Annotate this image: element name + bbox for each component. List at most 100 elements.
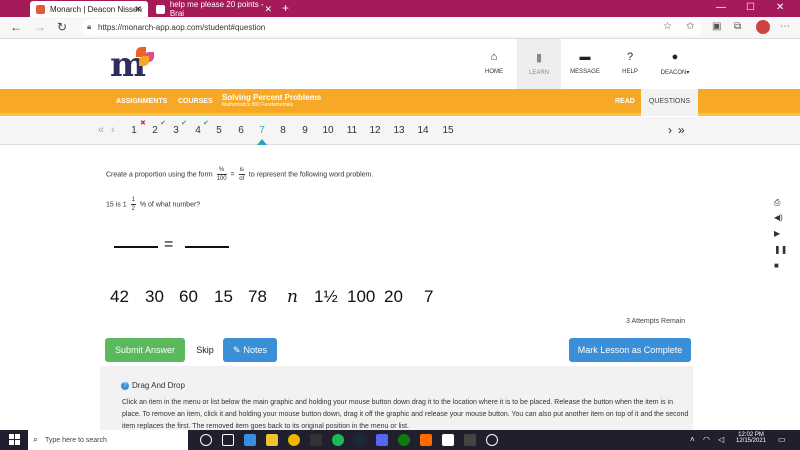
- app-icon[interactable]: [486, 434, 498, 446]
- lesson-heading: Solving Percent Problems Mathematics 800…: [222, 93, 321, 108]
- task-view-icon[interactable]: [222, 434, 234, 446]
- courses-link[interactable]: COURSES: [178, 98, 213, 105]
- close-window-button[interactable]: ✕: [776, 2, 784, 13]
- question-number[interactable]: 1: [128, 125, 140, 136]
- message-icon: ▬: [579, 51, 591, 63]
- play-icon[interactable]: ▶: [774, 229, 780, 238]
- pause-icon[interactable]: ❚❚: [774, 245, 787, 254]
- question-number[interactable]: 13: [393, 125, 405, 136]
- epic-games-icon[interactable]: [442, 434, 454, 446]
- lock-icon: 🔒︎: [87, 22, 92, 31]
- new-tab-button[interactable]: +: [282, 1, 289, 15]
- drag-tile[interactable]: 30: [145, 287, 164, 307]
- taskbar-search-input[interactable]: ⌕ Type here to search: [28, 430, 188, 450]
- question-number[interactable]: 15: [442, 125, 454, 136]
- app-icon[interactable]: [464, 434, 476, 446]
- store-icon[interactable]: [310, 434, 322, 446]
- drop-target-right[interactable]: [185, 246, 229, 248]
- print-icon[interactable]: ⎙: [774, 198, 780, 208]
- notifications-icon[interactable]: ▭: [778, 435, 786, 444]
- drag-tile[interactable]: 1½: [314, 287, 338, 307]
- maximize-button[interactable]: ☐: [746, 2, 755, 13]
- brainly-favicon-icon: [156, 4, 165, 14]
- skip-button[interactable]: Skip: [195, 338, 215, 362]
- equation-equals: =: [164, 236, 174, 253]
- nav-label: MESSAGE: [570, 69, 600, 75]
- question-number[interactable]: 5: [213, 125, 225, 136]
- wifi-icon[interactable]: ◠: [703, 435, 710, 444]
- audio-icon[interactable]: ◀︎): [774, 213, 783, 222]
- drag-tile[interactable]: 15: [214, 287, 233, 307]
- drop-target-left[interactable]: [114, 246, 158, 248]
- drag-tile[interactable]: 100: [347, 287, 375, 307]
- file-explorer-icon[interactable]: [266, 434, 278, 446]
- drag-tile[interactable]: 42: [110, 287, 129, 307]
- question-number[interactable]: 9: [299, 125, 311, 136]
- spotify-icon[interactable]: [332, 434, 344, 446]
- question-number[interactable]: 12: [369, 125, 381, 136]
- minimize-button[interactable]: —: [716, 2, 726, 13]
- nav-help[interactable]: ? HELP: [608, 39, 652, 89]
- question-number[interactable]: 4: [192, 125, 204, 136]
- cortana-icon[interactable]: [200, 434, 212, 446]
- question-number-current[interactable]: 7: [256, 125, 268, 136]
- chrome-icon[interactable]: [288, 434, 300, 446]
- extensions-icon[interactable]: ⧉: [734, 21, 741, 32]
- submit-answer-button[interactable]: Submit Answer: [105, 338, 185, 362]
- next-page-icon[interactable]: ›: [668, 123, 672, 137]
- last-page-icon[interactable]: »: [678, 123, 685, 137]
- course-nav-bar: ASSIGNMENTS COURSES Solving Percent Prob…: [0, 89, 800, 116]
- discord-icon[interactable]: [376, 434, 388, 446]
- close-tab-icon[interactable]: ✕: [264, 4, 272, 15]
- read-tab[interactable]: READ: [615, 98, 635, 105]
- question-number[interactable]: 2: [149, 125, 161, 136]
- equals-sign: =: [230, 171, 235, 179]
- mark-complete-button[interactable]: Mark Lesson as Complete: [569, 338, 691, 362]
- prev-page-icon[interactable]: ‹: [111, 124, 115, 136]
- nav-user-menu[interactable]: ● DEACON▾: [653, 39, 697, 89]
- close-tab-icon[interactable]: ✕: [134, 4, 142, 15]
- drag-tile-variable[interactable]: n: [287, 287, 298, 307]
- percent-fraction: % 100: [216, 166, 227, 183]
- profile-avatar[interactable]: [756, 20, 770, 34]
- browser-tab-monarch[interactable]: Monarch | Deacon Nissen ✕: [30, 1, 148, 17]
- volume-icon[interactable]: ◁: [718, 435, 724, 444]
- question-number[interactable]: 6: [235, 125, 247, 136]
- back-icon[interactable]: ←: [10, 20, 22, 34]
- refresh-icon[interactable]: ↻: [57, 20, 67, 34]
- drag-tile[interactable]: 78: [248, 287, 267, 307]
- collections-icon[interactable]: ▣: [712, 21, 721, 32]
- steam-icon[interactable]: [354, 434, 366, 446]
- drag-tile[interactable]: 60: [179, 287, 198, 307]
- question-number[interactable]: 10: [322, 125, 334, 136]
- more-menu-icon[interactable]: ⋯: [780, 21, 790, 32]
- drag-tile[interactable]: 7: [424, 287, 433, 307]
- question-number[interactable]: 11: [346, 125, 358, 136]
- edge-icon[interactable]: [244, 434, 256, 446]
- question-number[interactable]: 14: [417, 125, 429, 136]
- notes-button[interactable]: ✎ Notes: [223, 338, 277, 362]
- taskbar-clock[interactable]: 12:02 PM 12/15/2021: [736, 432, 766, 444]
- stop-icon[interactable]: ■: [774, 261, 779, 270]
- forward-icon[interactable]: →: [34, 20, 46, 34]
- app-icon[interactable]: [420, 434, 432, 446]
- question-number[interactable]: 8: [277, 125, 289, 136]
- tray-chevron-icon[interactable]: ˄: [690, 435, 695, 444]
- questions-tab[interactable]: QUESTIONS: [641, 89, 698, 116]
- nav-message[interactable]: ▬ MESSAGE: [563, 39, 607, 89]
- assignments-link[interactable]: ASSIGNMENTS: [116, 98, 167, 105]
- favorites-icon[interactable]: ✩: [686, 21, 694, 32]
- nav-learn[interactable]: ▮ LEARN: [517, 39, 561, 89]
- nav-label: HOME: [485, 69, 503, 75]
- drag-tile[interactable]: 20: [384, 287, 403, 307]
- windows-start-icon[interactable]: [9, 434, 20, 445]
- tab-title: Monarch | Deacon Nissen: [50, 4, 142, 14]
- question-number[interactable]: 3: [170, 125, 182, 136]
- browser-tab-brainly[interactable]: help me please 20 points - Brai ✕: [150, 0, 278, 18]
- nav-home[interactable]: ⌂ HOME: [472, 39, 516, 89]
- first-page-icon[interactable]: «: [98, 124, 104, 136]
- url-input[interactable]: 🔒︎ https://monarch-app.aop.com/student#q…: [82, 19, 702, 36]
- edit-icon: ✎: [232, 344, 241, 355]
- star-icon[interactable]: ☆: [663, 21, 672, 32]
- xbox-icon[interactable]: [398, 434, 410, 446]
